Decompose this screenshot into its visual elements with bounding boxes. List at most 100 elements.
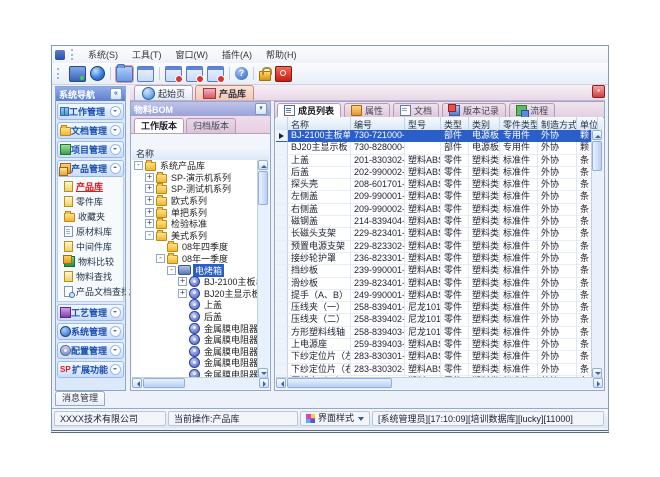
table-row[interactable]: 压线夹（二）258-839402-00X尼龙1010零件塑料类标准件外协条 <box>276 314 592 326</box>
table-scroll-thumb[interactable] <box>592 141 602 171</box>
chevron-icon[interactable] <box>110 106 121 117</box>
export-window-icon[interactable] <box>186 66 203 82</box>
table-row[interactable]: 长磁头支架229-823401-00X塑料ABS零件塑料类标准件外协条 <box>276 228 592 240</box>
table-row[interactable]: 上盖201-830302-00X塑料ABS零件塑料类标准件外协条 <box>276 155 592 167</box>
tab-product-library[interactable]: 产品库 <box>195 85 254 100</box>
chevron-icon[interactable] <box>110 364 121 375</box>
expand-icon[interactable]: + <box>145 173 154 182</box>
table-row[interactable]: 右侧盖209-990002-01X塑料ABS零件塑料类标准件外协条 <box>276 204 592 216</box>
sidebar-collapse-button[interactable]: « <box>110 88 122 100</box>
column-header-型号[interactable]: 型号 <box>405 117 441 130</box>
tree-node-美式系列[interactable]: -美式系列 <box>132 230 258 242</box>
column-header-制造方式[interactable]: 制造方式 <box>538 117 577 130</box>
chevron-icon[interactable] <box>110 125 121 136</box>
sidebar-group-配置管理[interactable]: 配置管理 <box>57 342 124 359</box>
collapse-icon[interactable]: - <box>145 231 154 240</box>
sidebar-group-系统管理[interactable]: 系统管理 <box>57 323 124 340</box>
bom-tab-工作版本[interactable]: 工作版本 <box>134 118 184 133</box>
tree-hscroll-thumb[interactable] <box>143 378 185 388</box>
chevron-icon[interactable] <box>110 326 121 337</box>
chevron-icon[interactable] <box>110 163 121 174</box>
table-row[interactable]: 方形塑料线轴258-839403-00X尼龙1010零件塑料类标准件外协条 <box>276 327 592 339</box>
sidebar-splitter[interactable] <box>126 101 129 391</box>
expand-icon[interactable]: + <box>145 196 154 205</box>
tree-node-SP-演示机系列[interactable]: +SP-演示机系列 <box>132 172 258 184</box>
table-row[interactable]: 下纱定位片（右）283-830302-00X塑料ABS零件塑料类标准件外协条 <box>276 364 592 376</box>
members-tab-成员列表[interactable]: 成员列表 <box>277 103 341 117</box>
column-header-单位[interactable]: 单位 <box>577 117 598 130</box>
tree-node-欧式系列[interactable]: +欧式系列 <box>132 195 258 207</box>
sidebar-item-物料比较[interactable]: 物料比较 <box>58 254 123 269</box>
chevron-icon[interactable] <box>110 144 121 155</box>
table-row[interactable]: 探头壳208-601701-01X塑料ABS零件塑料类标准件外协条 <box>276 179 592 191</box>
close-window-icon[interactable] <box>165 66 182 82</box>
table-row[interactable]: BJ-2100主板单点730-721000-12X部件电源板专用件外协颗 <box>276 130 592 142</box>
sidebar-item-产品文档查找[interactable]: 产品文档查找 <box>58 284 123 299</box>
tree-node-系统产品库[interactable]: -系统产品库 <box>132 160 258 172</box>
column-header-编号[interactable]: 编号 <box>351 117 405 130</box>
table-vertical-scrollbar[interactable] <box>591 130 603 378</box>
tree-node-上盖[interactable]: 上盖 <box>132 299 258 311</box>
lock-icon[interactable] <box>259 71 271 81</box>
table-row[interactable]: 左侧盖209-990001-01X塑料ABS零件塑料类标准件外协条 <box>276 191 592 203</box>
members-tab-流程[interactable]: 流程 <box>509 103 555 117</box>
sidebar-item-零件库[interactable]: 零件库 <box>58 194 123 209</box>
tree-node-单把系列[interactable]: +单把系列 <box>132 206 258 218</box>
expand-icon[interactable]: + <box>178 289 187 298</box>
tree-node-金属膜电阻器[interactable]: 金属膜电阻器 <box>132 334 258 346</box>
bom-tab-归档版本[interactable]: 归档版本 <box>186 118 236 133</box>
panel-layout-icon[interactable] <box>137 66 154 82</box>
table-hscroll-thumb[interactable] <box>287 378 392 388</box>
menu-系统(S)[interactable]: 系统(S) <box>81 46 125 63</box>
import-window-icon[interactable] <box>207 66 224 82</box>
tree-node-检验标准[interactable]: +检验标准 <box>132 218 258 230</box>
exit-icon[interactable] <box>275 66 292 82</box>
table-row[interactable]: 预置电源支架229-823302-00X塑料ABS零件塑料类标准件外协条 <box>276 241 592 253</box>
sidebar-group-扩展功能[interactable]: SP扩展功能 <box>57 361 124 378</box>
tree-node-电烤箱[interactable]: -电烤箱 <box>132 264 258 276</box>
scroll-right-arrow-icon[interactable] <box>593 378 603 388</box>
tree-vertical-scrollbar[interactable] <box>257 160 269 378</box>
table-row[interactable]: 提手（A、B）249-990001-01X塑料ABS零件塑料类标准件外协条 <box>276 290 592 302</box>
table-row[interactable]: 压线夹（一）258-839401-00X尼龙1010零件塑料类标准件外协条 <box>276 302 592 314</box>
ui-style-selector[interactable]: 界面样式 <box>300 411 370 426</box>
members-tab-文档[interactable]: 文档 <box>393 103 439 117</box>
scroll-up-arrow-icon[interactable] <box>258 160 268 170</box>
tree-node-BJ20主显示板[interactable]: +BJ20主显示板 <box>132 288 258 300</box>
sidebar-item-原材料库[interactable]: 原材料库 <box>58 224 123 239</box>
sidebar-group-工作管理[interactable]: 工作管理 <box>57 103 124 120</box>
menu-工具(T)[interactable]: 工具(T) <box>125 46 169 63</box>
globe-icon[interactable] <box>90 66 105 81</box>
table-row[interactable]: 挡纱板239-990001-01X塑料ABS零件塑料类标准件外协条 <box>276 265 592 277</box>
expand-icon[interactable]: + <box>145 184 154 193</box>
chevron-icon[interactable] <box>110 345 121 356</box>
tree-node-08年四季度[interactable]: 08年四季度 <box>132 241 258 253</box>
table-row[interactable]: 上电源座259-839403-00X塑料ABS零件塑料类标准件外协条 <box>276 339 592 351</box>
tree-node-金属膜电阻器[interactable]: 金属膜电阻器 <box>132 346 258 358</box>
scroll-up-arrow-icon[interactable] <box>592 130 602 140</box>
expand-icon[interactable]: + <box>145 219 154 228</box>
table-row[interactable]: 后盖202-990002-01X塑料ABS零件塑料类标准件外协条 <box>276 167 592 179</box>
expand-icon[interactable]: + <box>178 277 187 286</box>
collapse-icon[interactable]: - <box>167 266 176 275</box>
column-header-类型[interactable]: 类型 <box>441 117 469 130</box>
sidebar-group-产品管理[interactable]: 产品管理 <box>57 160 124 177</box>
table-row[interactable]: 滑纱板239-823401-00X塑料ABS零件塑料类标准件外协条 <box>276 278 592 290</box>
scroll-right-arrow-icon[interactable] <box>259 378 269 388</box>
tree-column-header[interactable]: 名称 <box>132 147 269 161</box>
message-management-tab[interactable]: 消息管理 <box>55 391 105 406</box>
collapse-icon[interactable]: - <box>156 254 165 263</box>
bom-panel-menu-button[interactable]: ▾ <box>255 103 267 115</box>
close-document-button[interactable]: ▪ <box>592 85 605 98</box>
table-row[interactable]: 接纱轮护罩236-823301-00X塑料ABS零件塑料类标准件外协条 <box>276 253 592 265</box>
column-header-类别[interactable]: 类别 <box>469 117 500 130</box>
column-header-名称[interactable]: 名称 <box>288 117 351 130</box>
sidebar-item-中间件库[interactable]: 中间件库 <box>58 239 123 254</box>
workspace-icon[interactable] <box>69 66 86 82</box>
menu-窗口(W)[interactable]: 窗口(W) <box>169 46 216 63</box>
table-horizontal-scrollbar[interactable] <box>276 377 603 389</box>
tree-node-金属膜电阻器[interactable]: 金属膜电阻器 <box>132 357 258 369</box>
menu-帮助(H)[interactable]: 帮助(H) <box>259 46 304 63</box>
collapse-icon[interactable]: - <box>134 161 143 170</box>
scroll-left-arrow-icon[interactable] <box>132 378 142 388</box>
